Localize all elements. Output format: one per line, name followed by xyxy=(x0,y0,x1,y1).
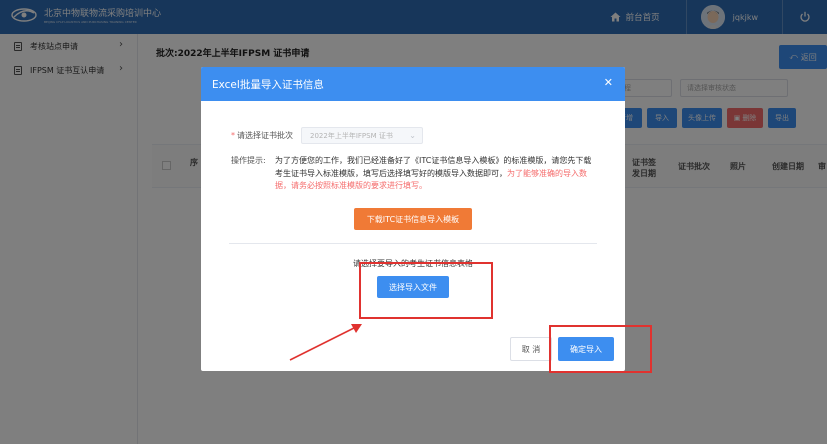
batch-select-value: 2022年上半年IFPSM 证书 xyxy=(310,131,393,140)
tip-label: 操作提示: xyxy=(231,156,266,165)
close-icon[interactable]: ✕ xyxy=(604,76,613,90)
batch-select[interactable]: 2022年上半年IFPSM 证书 ⌄ xyxy=(301,127,423,144)
download-template-button[interactable]: 下载ITC证书信息导入模板 xyxy=(354,208,472,230)
download-template-label: 下载ITC证书信息导入模板 xyxy=(366,214,460,224)
tip-text: 为了方便您的工作，我们已经准备好了《ITC证书信息导入模板》的标准模版，请您先下… xyxy=(275,155,597,193)
modal-header: Excel批量导入证书信息 ✕ xyxy=(201,67,625,101)
required-mark: * xyxy=(231,131,235,140)
batch-label: 请选择证书批次 xyxy=(237,131,293,140)
chevron-down-icon: ⌄ xyxy=(409,131,416,140)
highlight-box-confirm xyxy=(549,325,652,373)
cancel-label: 取 消 xyxy=(521,344,541,354)
batch-row: * 请选择证书批次 2022年上半年IFPSM 证书 ⌄ xyxy=(231,127,423,144)
cancel-button[interactable]: 取 消 xyxy=(510,337,552,361)
modal-title: Excel批量导入证书信息 xyxy=(212,78,324,91)
highlight-box-choose-file xyxy=(359,262,493,319)
modal-divider xyxy=(229,243,597,244)
